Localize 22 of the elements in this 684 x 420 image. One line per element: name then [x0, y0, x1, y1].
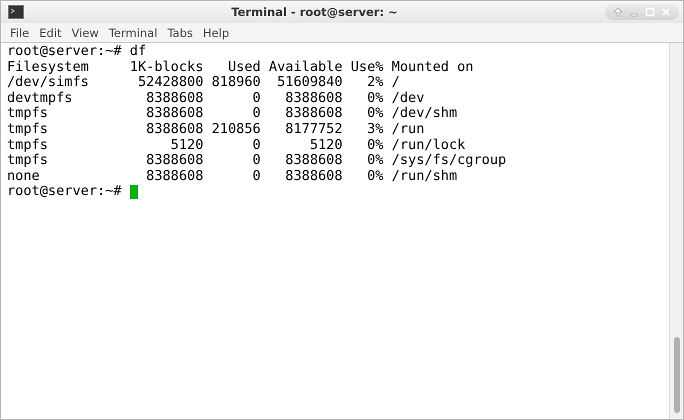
cursor: [130, 185, 138, 200]
terminal-line: root@server:~# df: [7, 44, 146, 60]
terminal-prompt: root@server:~#: [7, 184, 123, 200]
terminal-line: devtmpfs 8388608 0 8388608 0% /dev: [7, 90, 424, 106]
menu-item[interactable]: Help: [198, 26, 234, 40]
terminal-line: tmpfs 8388608 210856 8177752 3% /run: [7, 122, 424, 138]
scrollbar-thumb[interactable]: [674, 337, 680, 413]
close-icon[interactable]: [661, 7, 671, 17]
terminal-line: none 8388608 0 8388608 0% /run/shm: [7, 168, 458, 184]
terminal-line: tmpfs 5120 0 5120 0% /run/lock: [7, 138, 466, 154]
terminal-line: tmpfs 8388608 0 8388608 0% /sys/fs/cgroup: [7, 153, 506, 169]
terminal-line: Filesystem 1K-blocks Used Available Use% Mounted on: [7, 60, 474, 76]
maximize-icon[interactable]: [645, 7, 655, 17]
window-title: Terminal - root@server: ~: [230, 5, 399, 19]
menu-item[interactable]: Tabs: [162, 26, 198, 40]
terminal-icon: [8, 5, 24, 19]
menu-item[interactable]: File: [5, 26, 34, 40]
terminal-line: tmpfs 8388608 0 8388608 0% /dev/shm: [7, 106, 458, 122]
terminal-line: /dev/simfs 52428800 818960 51609840 2% /: [7, 75, 400, 91]
menu-item[interactable]: Edit: [34, 26, 67, 40]
menu-item[interactable]: View: [66, 26, 104, 40]
menu-item[interactable]: Terminal: [104, 26, 162, 40]
